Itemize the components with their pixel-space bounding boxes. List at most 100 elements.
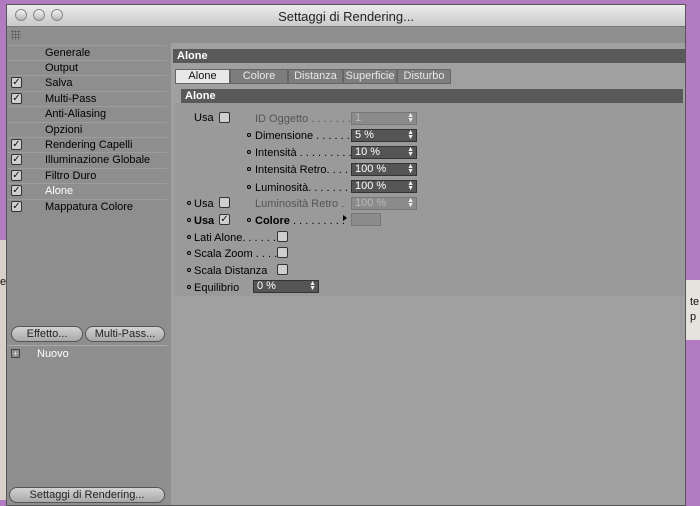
id-oggetto-label: ID Oggetto . . . . . . .	[255, 113, 351, 125]
intensita-retro-label: Intensità Retro. . . . .	[255, 164, 355, 176]
expand-arrow-icon[interactable]	[343, 215, 347, 221]
render-settings-button[interactable]: Settaggi di Rendering...	[9, 487, 165, 503]
sidebar-item-opzioni[interactable]: Opzioni	[7, 122, 167, 137]
luminosita-input[interactable]: 100 % ▲ ▼	[351, 180, 417, 193]
lati-alone-checkbox[interactable]	[277, 231, 288, 242]
sidebar-item-rendering-capelli[interactable]: ✓ Rendering Capelli	[7, 137, 167, 152]
window-title: Settaggi di Rendering...	[278, 9, 414, 24]
sidebar-item-label: Salva	[45, 77, 73, 89]
intensita-input[interactable]: 10 % ▲ ▼	[351, 146, 417, 159]
render-settings-window: Settaggi di Rendering... Generale Output…	[6, 4, 686, 506]
animation-dot-icon[interactable]	[187, 235, 191, 239]
animation-dot-icon[interactable]	[187, 285, 191, 289]
sidebar-item-label: Illuminazione Globale	[45, 154, 151, 166]
dimensione-value: 5 %	[355, 129, 374, 141]
settings-content: Alone Alone Colore Distanza Superficie D…	[171, 43, 685, 505]
preset-expand-icon[interactable]: +	[11, 349, 20, 358]
sidebar-item-mappatura-colore[interactable]: ✓ Mappatura Colore	[7, 199, 167, 214]
usa-checkbox[interactable]	[219, 197, 230, 208]
animation-dot-icon[interactable]	[247, 133, 251, 137]
luminosita-label: Luminosità. . . . . . .	[255, 182, 348, 194]
intensita-value: 10 %	[355, 146, 381, 158]
animation-dot-icon[interactable]	[247, 150, 251, 154]
equilibrio-value: 0 %	[257, 280, 276, 292]
sidebar-item-label: Generale	[45, 47, 91, 59]
animation-dot-icon[interactable]	[187, 268, 191, 272]
animation-dot-icon[interactable]	[187, 251, 191, 255]
stepper-arrows-icon[interactable]: ▲ ▼	[407, 146, 414, 158]
colore-label: Colore	[255, 215, 290, 227]
sidebar-item-anti-aliasing[interactable]: Anti-Aliasing	[7, 106, 167, 121]
id-oggetto-input[interactable]: 1 ▲ ▼	[351, 112, 417, 125]
sidebar-item-illuminazione-globale[interactable]: ✓ Illuminazione Globale	[7, 152, 167, 167]
luminosita-retro-input[interactable]: 100 % ▲ ▼	[351, 197, 417, 210]
animation-dot-icon[interactable]	[247, 218, 251, 222]
panel-header: Alone	[173, 49, 685, 63]
animation-dot-icon[interactable]	[187, 201, 191, 205]
stepper-arrows-icon[interactable]: ▲ ▼	[407, 129, 414, 141]
sidebar-item-label: Alone	[45, 185, 74, 197]
grip-icon[interactable]	[11, 30, 21, 40]
sidebar-item-label: Filtro Duro	[45, 170, 97, 182]
settings-sidebar: Generale Output ✓ Salva ✓ Multi-Pass Ant…	[7, 43, 167, 505]
effect-button[interactable]: Effetto...	[11, 326, 83, 342]
dimensione-label: Dimensione . . . . . .	[255, 130, 350, 142]
stepper-arrows-icon[interactable]: ▲ ▼	[407, 180, 414, 192]
checkmark-icon[interactable]: ✓	[11, 170, 22, 181]
checkmark-icon[interactable]: ✓	[11, 139, 22, 150]
preset-item-nuovo[interactable]: + Nuovo	[7, 347, 167, 363]
usa-checkbox[interactable]: ✓	[219, 214, 230, 225]
luminosita-retro-value: 100 %	[355, 197, 387, 209]
checkmark-icon[interactable]: ✓	[11, 185, 22, 196]
checkmark-icon[interactable]: ✓	[11, 93, 22, 104]
dimensione-input[interactable]: 5 % ▲ ▼	[351, 129, 417, 142]
checkmark-icon[interactable]: ✓	[11, 77, 22, 88]
preset-label: Nuovo	[37, 348, 69, 360]
tab-superficie[interactable]: Superficie	[343, 69, 397, 84]
tab-distanza[interactable]: Distanza	[288, 69, 343, 84]
divider	[7, 345, 167, 346]
scala-distanza-checkbox[interactable]	[277, 264, 288, 275]
desktop-text-right: te p	[690, 295, 699, 325]
scala-zoom-checkbox[interactable]	[277, 247, 288, 258]
section-header: Alone	[181, 89, 683, 103]
usa-label: Usa	[194, 112, 214, 124]
usa-label: Usa	[194, 198, 214, 210]
animation-dot-icon[interactable]	[187, 218, 191, 222]
equilibrio-input[interactable]: 0 % ▲ ▼	[253, 280, 319, 293]
id-oggetto-value: 1	[355, 112, 362, 124]
title-bar[interactable]: Settaggi di Rendering...	[7, 5, 685, 27]
stepper-arrows-icon[interactable]: ▲ ▼	[309, 280, 316, 292]
intensita-retro-input[interactable]: 100 % ▲ ▼	[351, 163, 417, 176]
checkmark-icon[interactable]: ✓	[11, 154, 22, 165]
color-swatch[interactable]	[351, 213, 381, 226]
sidebar-item-salva[interactable]: ✓ Salva	[7, 75, 167, 90]
stepper-arrows-icon[interactable]: ▲ ▼	[407, 163, 414, 175]
sidebar-item-label: Opzioni	[45, 124, 83, 136]
sidebar-item-generale[interactable]: Generale	[7, 45, 167, 60]
scala-distanza-label: Scala Distanza	[194, 265, 268, 277]
stepper-arrows-icon[interactable]: ▲ ▼	[407, 112, 414, 124]
sidebar-item-filtro-duro[interactable]: ✓ Filtro Duro	[7, 168, 167, 183]
lati-alone-label: Lati Alone. . . . . .	[194, 232, 276, 244]
tab-colore[interactable]: Colore	[230, 69, 288, 84]
scala-zoom-label: Scala Zoom . . . .	[194, 248, 278, 260]
animation-dot-icon[interactable]	[247, 185, 251, 189]
multi-pass-button[interactable]: Multi-Pass...	[85, 326, 165, 342]
animation-dot-icon[interactable]	[247, 167, 251, 171]
sidebar-item-multi-pass[interactable]: ✓ Multi-Pass	[7, 91, 167, 106]
sidebar-item-label: Multi-Pass	[45, 93, 97, 105]
sidebar-item-output[interactable]: Output	[7, 60, 167, 75]
tab-alone[interactable]: Alone	[175, 69, 230, 84]
usa-checkbox[interactable]	[219, 112, 230, 123]
sidebar-item-alone[interactable]: ✓ Alone	[7, 183, 167, 198]
checkmark-icon[interactable]: ✓	[11, 201, 22, 212]
tab-disturbo[interactable]: Disturbo	[397, 69, 451, 84]
desktop-text-right-line: p	[690, 311, 697, 323]
sidebar-item-label: Output	[45, 62, 79, 74]
colore-dots: . . . . . . . . .	[293, 215, 345, 227]
luminosita-value: 100 %	[355, 180, 387, 192]
intensita-label: Intensità . . . . . . . . .	[255, 147, 352, 159]
luminosita-retro-label: Luminosità Retro .	[255, 198, 345, 210]
stepper-arrows-icon[interactable]: ▲ ▼	[407, 197, 414, 209]
